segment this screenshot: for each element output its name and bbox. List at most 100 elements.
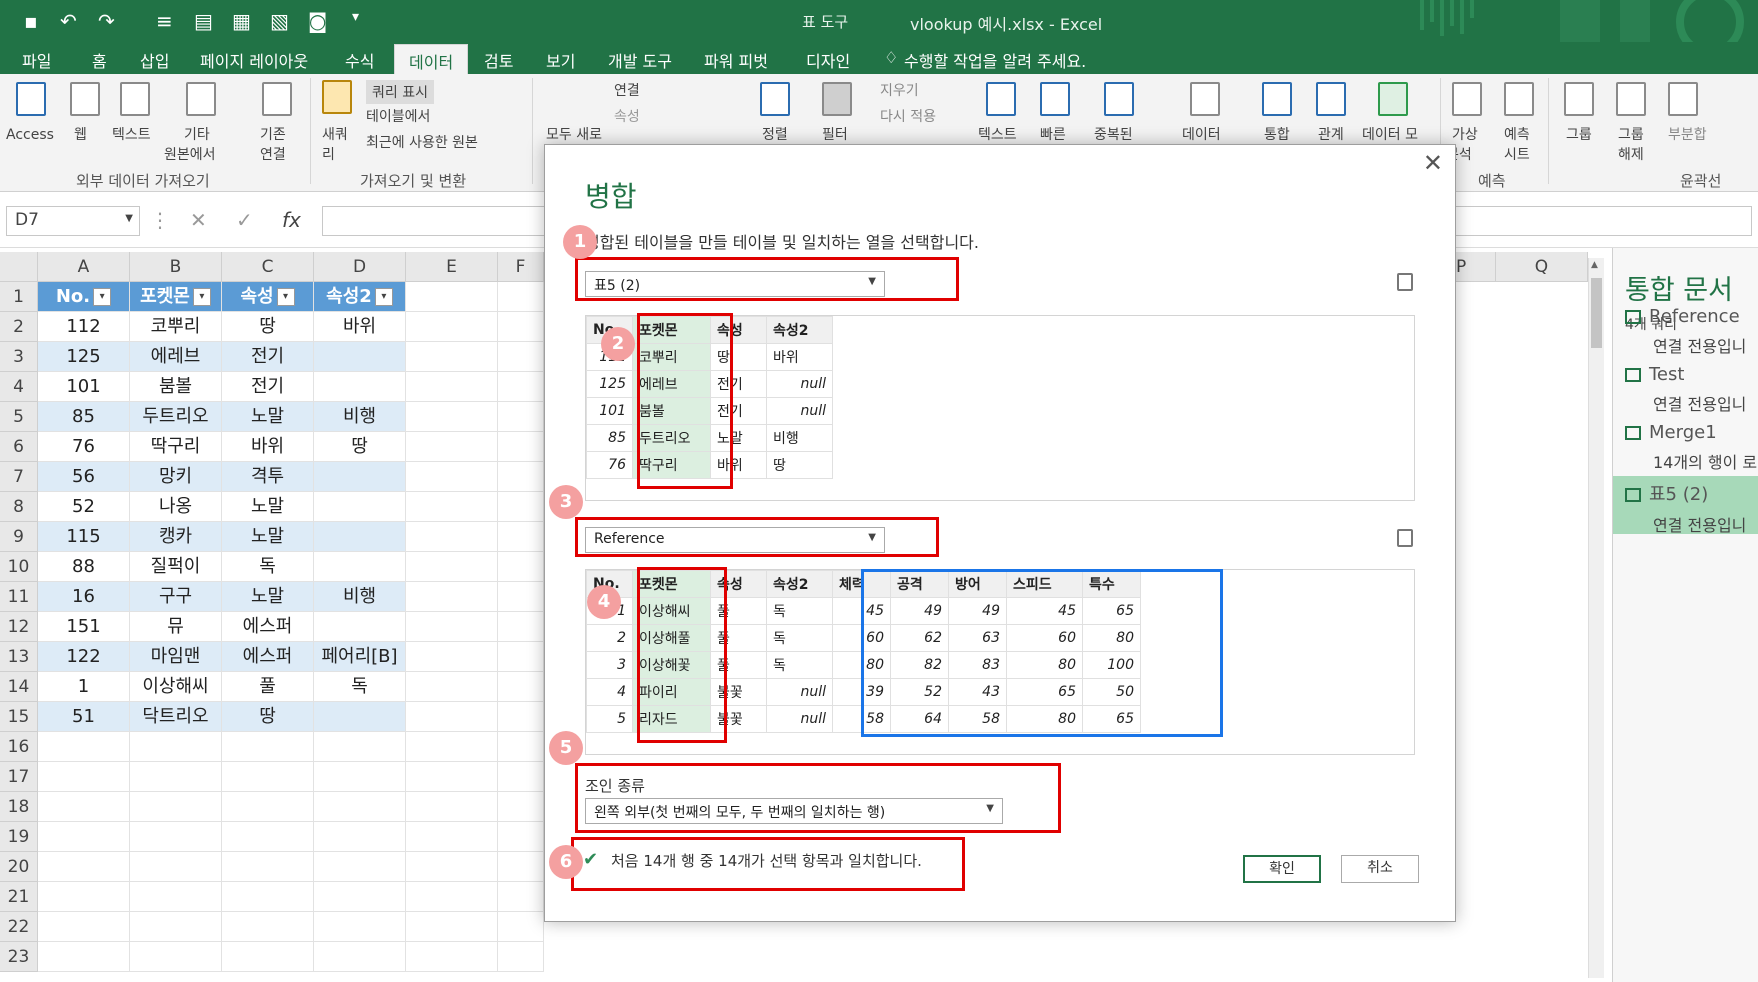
refresh-preview-icon[interactable] <box>1397 529 1413 547</box>
relationships-button[interactable]: 관계 <box>1318 126 1344 145</box>
empty-cell[interactable] <box>38 792 130 822</box>
empty-cell[interactable] <box>406 402 498 432</box>
empty-cell[interactable] <box>406 882 498 912</box>
table-cell[interactable]: 독 <box>222 552 314 582</box>
table-cell[interactable]: 88 <box>38 552 130 582</box>
table-cell[interactable]: 나옹 <box>130 492 222 522</box>
table-cell[interactable]: 전기 <box>222 372 314 402</box>
column-header[interactable]: Q <box>1496 252 1588 282</box>
table-cell[interactable]: 1 <box>38 672 130 702</box>
query-item-test[interactable]: Test 연결 전용입니 <box>1625 360 1758 418</box>
tab-view[interactable]: 보기 <box>546 48 575 72</box>
row-header[interactable]: 14 <box>0 672 38 702</box>
row-header[interactable]: 19 <box>0 822 38 852</box>
insert-function-button[interactable]: fx <box>282 208 301 232</box>
subtotal-button[interactable]: 부분합 <box>1668 126 1707 145</box>
empty-cell[interactable] <box>406 312 498 342</box>
empty-cell[interactable] <box>498 642 544 672</box>
row-header[interactable]: 23 <box>0 942 38 972</box>
row-header[interactable]: 21 <box>0 882 38 912</box>
table-cell[interactable]: 노말 <box>222 402 314 432</box>
table-cell[interactable]: 붐볼 <box>130 372 222 402</box>
empty-cell[interactable] <box>406 912 498 942</box>
table-cell[interactable] <box>314 522 406 552</box>
from-text-button[interactable]: 텍스트 <box>112 126 151 145</box>
row-header[interactable]: 20 <box>0 852 38 882</box>
empty-cell[interactable] <box>498 372 544 402</box>
empty-cell[interactable] <box>406 372 498 402</box>
empty-cell[interactable] <box>498 492 544 522</box>
empty-cell[interactable] <box>406 942 498 972</box>
table-cell[interactable]: 에스퍼 <box>222 642 314 672</box>
empty-cell[interactable] <box>406 642 498 672</box>
table-cell[interactable]: 16 <box>38 582 130 612</box>
empty-cell[interactable] <box>38 882 130 912</box>
group-button[interactable]: 그룹 <box>1566 126 1592 145</box>
table-cell[interactable]: 56 <box>38 462 130 492</box>
forecast-label2[interactable]: 시트 <box>1504 146 1530 165</box>
other-sources-label1[interactable]: 기타 <box>184 126 210 145</box>
table-cell[interactable]: 76 <box>38 432 130 462</box>
row-header[interactable]: 22 <box>0 912 38 942</box>
refresh-all-button[interactable]: 모두 새로 <box>546 126 602 145</box>
camera-icon[interactable]: ◙ <box>308 9 327 33</box>
column-header[interactable]: E <box>406 252 498 282</box>
table-cell[interactable]: 격투 <box>222 462 314 492</box>
table-cell[interactable]: 뮤 <box>130 612 222 642</box>
other-sources-label2[interactable]: 원본에서 <box>164 146 216 165</box>
tab-file[interactable]: 파일 <box>22 48 51 72</box>
cancel-button[interactable]: 취소 <box>1341 855 1419 883</box>
table-cell[interactable]: 두트리오 <box>130 402 222 432</box>
table-cell[interactable]: 바위 <box>222 432 314 462</box>
empty-cell[interactable] <box>38 762 130 792</box>
table-cell[interactable]: 노말 <box>222 522 314 552</box>
empty-cell[interactable] <box>498 852 544 882</box>
tab-insert[interactable]: 삽입 <box>140 48 169 72</box>
empty-cell[interactable] <box>130 912 222 942</box>
empty-cell[interactable] <box>314 762 406 792</box>
undo-icon[interactable]: ↶ <box>60 9 77 33</box>
table-cell[interactable]: 땅 <box>314 432 406 462</box>
empty-cell[interactable] <box>222 792 314 822</box>
filter-dropdown-icon[interactable]: ▾ <box>276 288 295 306</box>
empty-cell[interactable] <box>498 822 544 852</box>
from-table-button[interactable]: 테이블에서 <box>366 106 430 126</box>
data-validation-button[interactable]: 데이터 <box>1182 126 1221 145</box>
scroll-thumb[interactable] <box>1591 278 1602 348</box>
column-header[interactable]: D <box>314 252 406 282</box>
table-cell[interactable]: 땅 <box>222 312 314 342</box>
empty-cell[interactable] <box>406 522 498 552</box>
row-header[interactable]: 1 <box>0 282 38 312</box>
table-cell[interactable]: 115 <box>38 522 130 552</box>
empty-cell[interactable] <box>314 942 406 972</box>
refresh-preview-icon[interactable] <box>1397 273 1413 291</box>
table-cell[interactable]: 바위 <box>314 312 406 342</box>
empty-cell[interactable] <box>130 792 222 822</box>
empty-cell[interactable] <box>314 822 406 852</box>
show-queries-button[interactable]: 쿼리 표시 <box>366 80 434 104</box>
empty-cell[interactable] <box>222 762 314 792</box>
row-header[interactable]: 13 <box>0 642 38 672</box>
text-to-columns-button[interactable]: 텍스트 <box>978 126 1017 145</box>
existing-label2[interactable]: 연결 <box>260 146 286 165</box>
empty-cell[interactable] <box>130 942 222 972</box>
empty-cell[interactable] <box>498 912 544 942</box>
empty-cell[interactable] <box>314 912 406 942</box>
empty-cell[interactable] <box>406 552 498 582</box>
column-header[interactable]: B <box>130 252 222 282</box>
query-item-reference[interactable]: Reference 연결 전용입니 <box>1625 302 1758 360</box>
table-cell[interactable] <box>314 552 406 582</box>
remove-duplicates-button[interactable]: 중복된 <box>1094 126 1133 145</box>
row-header[interactable]: 5 <box>0 402 38 432</box>
table-cell[interactable] <box>314 702 406 732</box>
tab-home[interactable]: 홈 <box>92 48 107 72</box>
empty-cell[interactable] <box>222 912 314 942</box>
tell-me-search[interactable]: 수행할 작업을 알려 주세요. <box>904 48 1086 72</box>
new-query-label2[interactable]: 리 <box>322 146 335 165</box>
name-box[interactable]: D7 ▼ <box>6 206 140 236</box>
flash-fill-button[interactable]: 빠른 <box>1040 126 1066 145</box>
table-cell[interactable]: 마임맨 <box>130 642 222 672</box>
empty-cell[interactable] <box>38 852 130 882</box>
empty-cell[interactable] <box>38 942 130 972</box>
enter-icon[interactable]: ✓ <box>236 208 253 232</box>
